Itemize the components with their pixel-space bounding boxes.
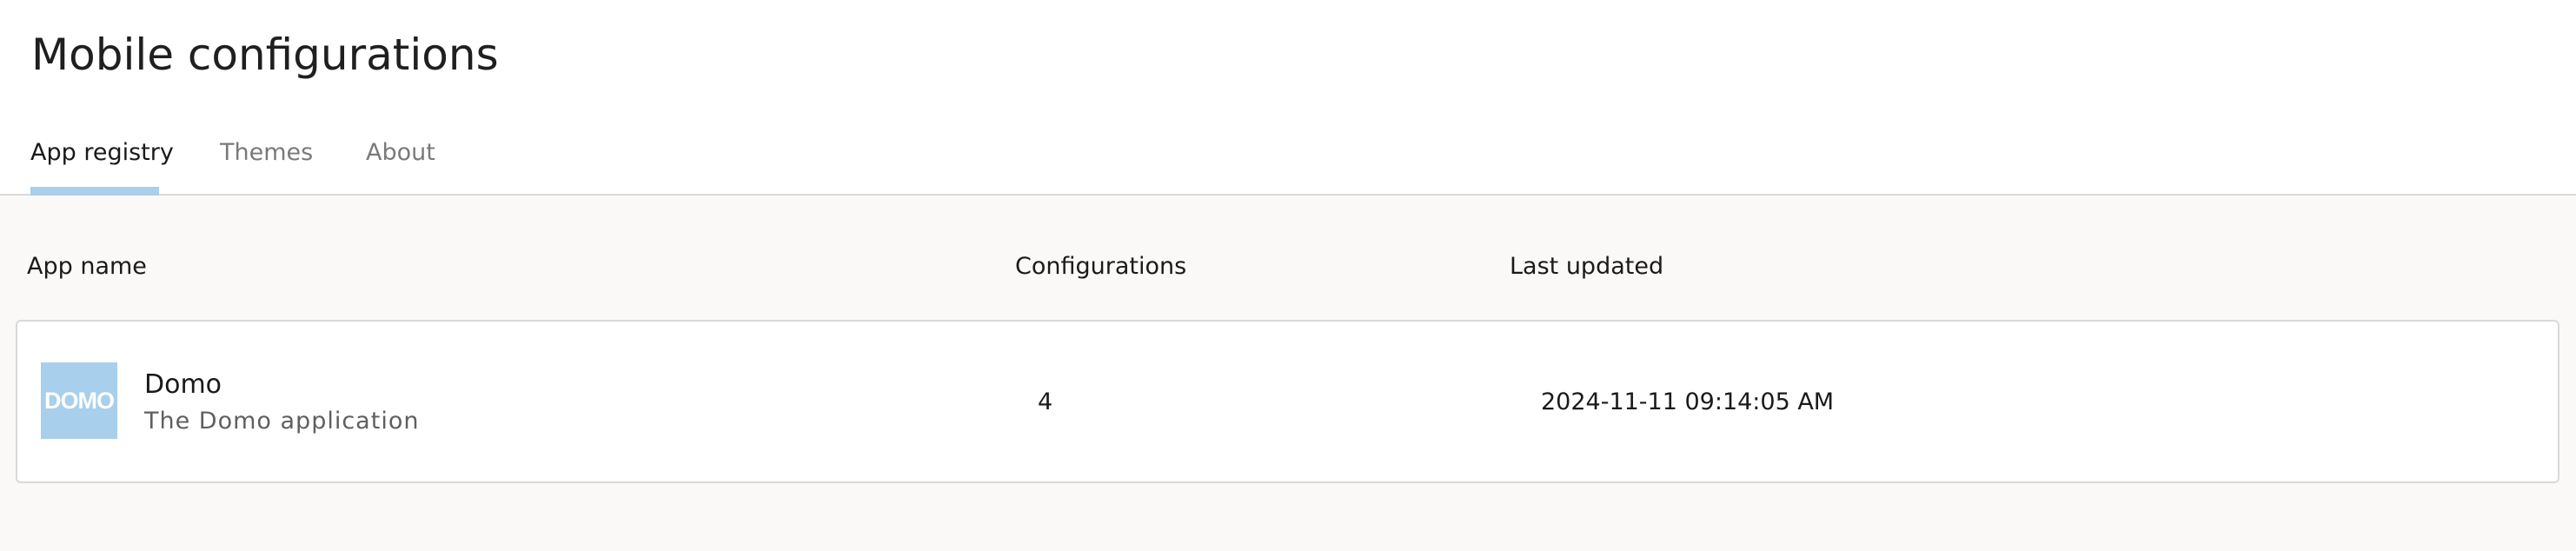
app-registry-panel: App name Configurations Last updated DOM… bbox=[0, 196, 2576, 551]
configurations-count: 4 bbox=[1038, 388, 1053, 415]
domo-logo: DOMO bbox=[41, 362, 117, 439]
column-header-app-name: App name bbox=[27, 253, 147, 280]
page-title: Mobile configurations bbox=[31, 30, 499, 80]
tab-about[interactable]: About bbox=[366, 136, 435, 196]
page-header: Mobile configurations App registry Theme… bbox=[0, 0, 2576, 196]
tab-app-registry[interactable]: App registry bbox=[30, 136, 174, 196]
tab-themes[interactable]: Themes bbox=[220, 136, 313, 196]
app-description: The Domo application bbox=[144, 408, 420, 435]
domo-logo-text: DOMO bbox=[44, 388, 115, 414]
app-row-domo[interactable]: DOMO Domo The Domo application 4 2024-11… bbox=[16, 320, 2559, 483]
app-name: Domo bbox=[144, 369, 222, 400]
last-updated-timestamp: 2024-11-11 09:14:05 AM bbox=[1541, 388, 1835, 415]
column-header-last-updated: Last updated bbox=[1510, 253, 1664, 280]
column-header-configurations: Configurations bbox=[1015, 253, 1187, 280]
